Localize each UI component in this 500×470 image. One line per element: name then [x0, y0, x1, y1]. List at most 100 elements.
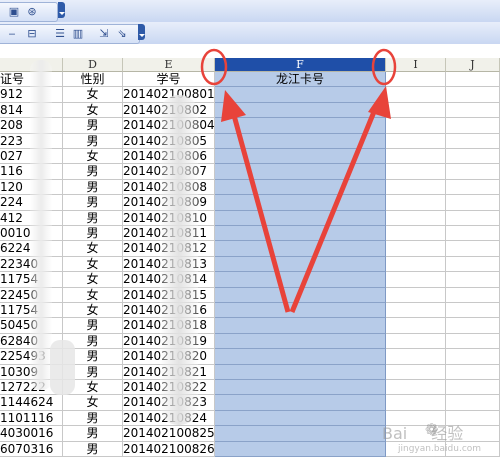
- card-no-cell[interactable]: [215, 195, 386, 211]
- format-icon[interactable]: ⇘: [115, 27, 129, 41]
- card-no-cell[interactable]: [215, 179, 386, 196]
- empty-cell[interactable]: [386, 349, 446, 365]
- column-header-j[interactable]: J: [446, 58, 500, 72]
- gender-cell[interactable]: 男: [63, 226, 123, 242]
- empty-cell[interactable]: [386, 287, 446, 303]
- column-header-i[interactable]: I: [386, 58, 446, 72]
- gender-cell[interactable]: 女: [63, 287, 123, 303]
- gender-cell[interactable]: 男: [63, 426, 123, 442]
- card-no-cell[interactable]: [215, 364, 386, 380]
- empty-cell[interactable]: [446, 133, 500, 149]
- empty-cell[interactable]: [446, 118, 500, 134]
- card-no-cell[interactable]: [215, 287, 386, 303]
- print-preview-icon[interactable]: ▣: [7, 5, 21, 19]
- card-no-cell[interactable]: [215, 318, 386, 334]
- gender-cell[interactable]: 男: [63, 164, 123, 180]
- empty-cell[interactable]: [446, 87, 500, 103]
- empty-cell[interactable]: [386, 226, 446, 242]
- empty-cell[interactable]: [386, 72, 446, 88]
- student-no-cell[interactable]: 201402100826: [123, 441, 215, 457]
- card-no-cell[interactable]: [215, 333, 386, 350]
- empty-cell[interactable]: [446, 380, 500, 396]
- header-cell-card-no[interactable]: 龙江卡号: [215, 72, 386, 88]
- card-no-cell[interactable]: [215, 164, 386, 180]
- empty-cell[interactable]: [446, 149, 500, 165]
- empty-cell[interactable]: [386, 303, 446, 319]
- card-no-cell[interactable]: [215, 118, 386, 134]
- id-cell[interactable]: 6070316: [0, 441, 63, 457]
- gender-cell[interactable]: 男: [63, 133, 123, 149]
- card-no-cell[interactable]: [215, 426, 386, 442]
- empty-cell[interactable]: [446, 195, 500, 211]
- empty-cell[interactable]: [446, 179, 500, 196]
- id-cell[interactable]: 1144624: [0, 395, 63, 411]
- empty-cell[interactable]: [446, 226, 500, 242]
- column-header-d[interactable]: D: [63, 58, 123, 72]
- empty-cell[interactable]: [446, 364, 500, 380]
- card-no-cell[interactable]: [215, 210, 386, 226]
- card-no-cell[interactable]: [215, 102, 386, 119]
- toolbar-options-icon[interactable]: [138, 24, 145, 40]
- gender-cell[interactable]: 女: [63, 241, 123, 257]
- gender-cell[interactable]: 男: [63, 441, 123, 457]
- gender-cell[interactable]: 男: [63, 195, 123, 211]
- empty-cell[interactable]: [386, 87, 446, 103]
- column-header-f[interactable]: F: [215, 58, 386, 72]
- empty-cell[interactable]: [386, 333, 446, 350]
- border-icon[interactable]: ‒: [5, 27, 19, 41]
- card-no-cell[interactable]: [215, 272, 386, 288]
- empty-cell[interactable]: [446, 164, 500, 180]
- empty-cell[interactable]: [386, 133, 446, 149]
- header-cell-gender[interactable]: 性别: [63, 72, 123, 88]
- empty-cell[interactable]: [386, 364, 446, 380]
- merge-icon[interactable]: ☰: [53, 27, 67, 41]
- empty-cell[interactable]: [446, 241, 500, 257]
- wrap-icon[interactable]: ⇲: [97, 27, 111, 41]
- card-no-cell[interactable]: [215, 241, 386, 257]
- empty-cell[interactable]: [446, 287, 500, 303]
- empty-cell[interactable]: [386, 118, 446, 134]
- empty-cell[interactable]: [446, 210, 500, 226]
- gender-cell[interactable]: 女: [63, 87, 123, 103]
- empty-cell[interactable]: [446, 333, 500, 350]
- empty-cell[interactable]: [386, 210, 446, 226]
- card-no-cell[interactable]: [215, 395, 386, 411]
- toolbar-options-icon[interactable]: [58, 2, 65, 18]
- columns-icon[interactable]: ▥: [71, 27, 85, 41]
- id-cell[interactable]: 4030016: [0, 426, 63, 442]
- gender-cell[interactable]: 女: [63, 149, 123, 165]
- gender-cell[interactable]: 女: [63, 256, 123, 273]
- empty-cell[interactable]: [446, 349, 500, 365]
- empty-cell[interactable]: [446, 395, 500, 411]
- empty-cell[interactable]: [446, 72, 500, 88]
- gender-cell[interactable]: 女: [63, 102, 123, 119]
- gender-cell[interactable]: 女: [63, 303, 123, 319]
- header-cell-student-no[interactable]: 学号: [123, 72, 215, 88]
- card-no-cell[interactable]: [215, 380, 386, 396]
- empty-cell[interactable]: [386, 395, 446, 411]
- empty-cell[interactable]: [446, 256, 500, 273]
- align-icon[interactable]: ⊟: [25, 27, 39, 41]
- id-cell[interactable]: 1101116: [0, 410, 63, 427]
- empty-cell[interactable]: [386, 272, 446, 288]
- card-no-cell[interactable]: [215, 349, 386, 365]
- gender-cell[interactable]: 男: [63, 179, 123, 196]
- empty-cell[interactable]: [446, 102, 500, 119]
- card-no-cell[interactable]: [215, 133, 386, 149]
- card-no-cell[interactable]: [215, 303, 386, 319]
- student-no-cell[interactable]: 201402100825: [123, 426, 215, 442]
- gender-cell[interactable]: 女: [63, 395, 123, 411]
- card-no-cell[interactable]: [215, 410, 386, 427]
- empty-cell[interactable]: [446, 272, 500, 288]
- research-icon[interactable]: ⊛: [25, 5, 39, 19]
- empty-cell[interactable]: [446, 318, 500, 334]
- card-no-cell[interactable]: [215, 441, 386, 457]
- card-no-cell[interactable]: [215, 256, 386, 273]
- empty-cell[interactable]: [386, 256, 446, 273]
- empty-cell[interactable]: [386, 102, 446, 119]
- card-no-cell[interactable]: [215, 226, 386, 242]
- empty-cell[interactable]: [386, 195, 446, 211]
- empty-cell[interactable]: [386, 380, 446, 396]
- gender-cell[interactable]: 男: [63, 318, 123, 334]
- gender-cell[interactable]: 女: [63, 272, 123, 288]
